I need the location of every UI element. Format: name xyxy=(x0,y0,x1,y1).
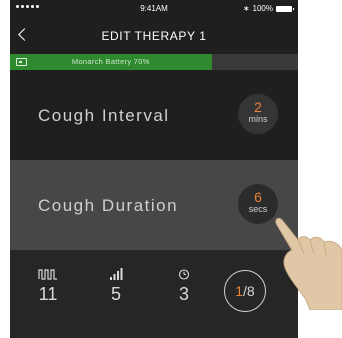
page-total: /8 xyxy=(243,283,255,299)
stat-signal[interactable]: 5 xyxy=(96,266,136,305)
waveform-icon xyxy=(28,266,68,280)
bluetooth-icon: ∗ xyxy=(242,4,250,13)
nav-bar: EDIT THERAPY 1 xyxy=(10,18,298,54)
cough-duration-row[interactable]: Cough Duration 6 secs xyxy=(10,160,298,250)
status-right: ∗ 100% xyxy=(242,4,294,13)
cough-interval-number: 2 xyxy=(254,99,262,115)
waveform-value: 11 xyxy=(38,284,58,304)
timer-icon xyxy=(164,266,204,280)
cough-interval-unit: mins xyxy=(248,114,268,124)
battery-banner-text: Monarch Battery 70% xyxy=(71,57,150,66)
battery-banner: Monarch Battery 70% xyxy=(10,54,298,70)
status-bar: 9:41AM ∗ 100% xyxy=(10,0,298,18)
stat-waveform[interactable]: 11 xyxy=(28,266,68,305)
phone-screen: 9:41AM ∗ 100% EDIT THERAPY 1 Monarch Bat… xyxy=(10,0,298,338)
cough-interval-label: Cough Interval xyxy=(38,106,170,125)
signal-bars-icon xyxy=(96,266,136,280)
timer-value: 3 xyxy=(178,284,189,304)
cough-interval-value[interactable]: 2 mins xyxy=(238,94,278,134)
pointing-hand-icon xyxy=(275,217,342,310)
cough-interval-row[interactable]: Cough Interval 2 mins xyxy=(10,70,298,160)
status-battery-percent: 100% xyxy=(252,4,273,13)
page-indicator[interactable]: 1/8 xyxy=(224,270,266,312)
page-title: EDIT THERAPY 1 xyxy=(101,29,207,43)
cough-duration-number: 6 xyxy=(254,189,262,205)
cough-duration-label: Cough Duration xyxy=(38,196,179,215)
battery-icon xyxy=(276,5,294,12)
stat-timer[interactable]: 3 xyxy=(164,266,204,305)
page-current: 1 xyxy=(235,283,244,299)
signal-value: 5 xyxy=(110,284,121,304)
therapy-summary-bar: 11 5 3 1/8 xyxy=(10,250,298,338)
